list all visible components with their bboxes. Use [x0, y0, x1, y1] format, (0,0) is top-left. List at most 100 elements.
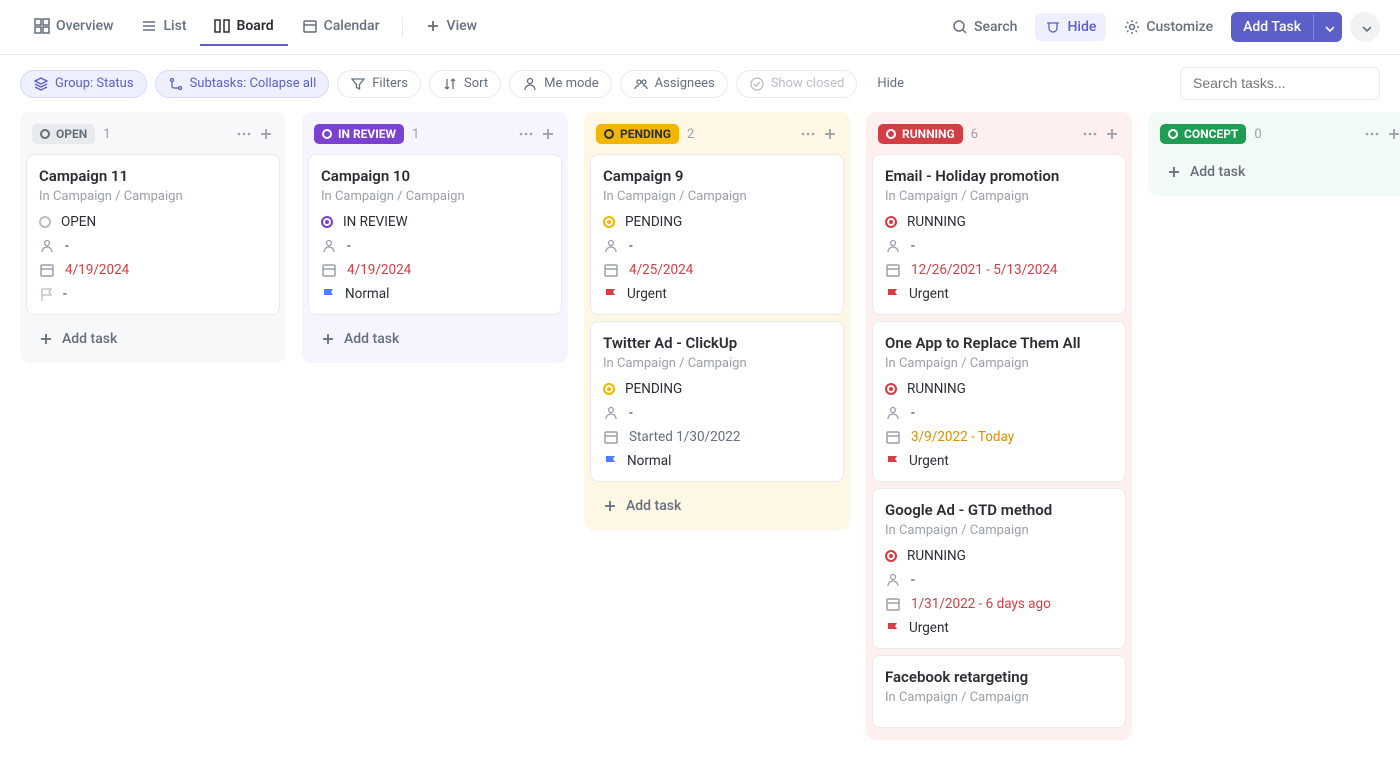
filters-pill[interactable]: Filters	[337, 70, 421, 98]
chevron-down-icon	[1322, 21, 1334, 33]
tab-overview[interactable]: Overview	[20, 8, 127, 46]
status-badge[interactable]: PENDING	[596, 124, 679, 144]
priority-text: Normal	[627, 453, 671, 469]
status-label: OPEN	[56, 127, 87, 141]
card-breadcrumb: In Campaign / Campaign	[885, 690, 1113, 705]
calendar-icon	[885, 262, 901, 278]
plus-icon[interactable]	[1386, 126, 1400, 142]
more-icon[interactable]	[800, 126, 816, 142]
search-button[interactable]: Search	[942, 13, 1027, 41]
card-assignee: -	[885, 572, 1113, 588]
column-open: OPEN 1 Campaign 11 In Campaign / Campaig…	[20, 112, 286, 363]
label: Me mode	[544, 76, 599, 91]
task-card[interactable]: Campaign 10 In Campaign / Campaign IN RE…	[308, 154, 562, 315]
person-icon	[39, 238, 55, 254]
label: Filters	[372, 76, 408, 91]
tab-calendar[interactable]: Calendar	[288, 8, 394, 46]
date-text: 3/9/2022 - Today	[911, 429, 1014, 445]
column-count: 1	[103, 127, 110, 142]
more-icon[interactable]	[1364, 126, 1380, 142]
add-task-button[interactable]: Add task	[1154, 154, 1400, 190]
more-icon[interactable]	[518, 126, 534, 142]
tab-add-view[interactable]: View	[411, 8, 492, 46]
plus-icon[interactable]	[1104, 126, 1120, 142]
more-icon[interactable]	[1082, 126, 1098, 142]
card-breadcrumb: In Campaign / Campaign	[39, 189, 267, 204]
status-badge[interactable]: OPEN	[32, 124, 95, 144]
task-card[interactable]: Facebook retargeting In Campaign / Campa…	[872, 655, 1126, 728]
task-card[interactable]: Twitter Ad - ClickUp In Campaign / Campa…	[590, 321, 844, 482]
task-card[interactable]: One App to Replace Them All In Campaign …	[872, 321, 1126, 482]
status-text: PENDING	[625, 214, 682, 230]
card-priority: Urgent	[885, 286, 1113, 302]
column-header: OPEN 1	[26, 118, 280, 154]
card-status: PENDING	[603, 381, 831, 397]
card-status: RUNNING	[885, 214, 1113, 230]
calendar-icon	[321, 262, 337, 278]
task-card[interactable]: Campaign 11 In Campaign / Campaign OPEN …	[26, 154, 280, 315]
task-card[interactable]: Google Ad - GTD method In Campaign / Cam…	[872, 488, 1126, 649]
search-tasks[interactable]	[1180, 67, 1380, 100]
column-header: PENDING 2	[590, 118, 844, 154]
task-card[interactable]: Campaign 9 In Campaign / Campaign PENDIN…	[590, 154, 844, 315]
more-icon[interactable]	[236, 126, 252, 142]
card-priority: Urgent	[603, 286, 831, 302]
sort-pill[interactable]: Sort	[429, 70, 501, 98]
column-header: CONCEPT 0	[1154, 118, 1400, 154]
column-review: IN REVIEW 1 Campaign 10 In Campaign / Ca…	[302, 112, 568, 363]
add-task-button[interactable]: Add Task	[1231, 12, 1342, 42]
column-concept: CONCEPT 0 Add task	[1148, 112, 1400, 196]
assignees-pill[interactable]: Assignees	[620, 70, 728, 98]
tab-label: View	[447, 18, 478, 34]
person-icon	[603, 238, 619, 254]
user-menu[interactable]	[1350, 12, 1380, 42]
person-icon	[321, 238, 337, 254]
subtasks-pill[interactable]: Subtasks: Collapse all	[155, 70, 330, 98]
calendar-icon	[39, 262, 55, 278]
status-text: PENDING	[625, 381, 682, 397]
hide-button[interactable]: Hide	[1035, 13, 1106, 41]
label: Subtasks: Collapse all	[190, 76, 317, 91]
card-status: IN REVIEW	[321, 214, 549, 230]
assignee-text: -	[347, 238, 351, 254]
tab-list[interactable]: List	[127, 8, 200, 46]
top-actions: Search Hide Customize Add Task	[942, 12, 1380, 42]
list-icon	[141, 18, 157, 34]
status-dot-icon	[604, 129, 614, 139]
add-task-button[interactable]: Add task	[308, 321, 562, 357]
plus-icon[interactable]	[258, 126, 274, 142]
label: Add task	[62, 331, 117, 347]
card-breadcrumb: In Campaign / Campaign	[603, 189, 831, 204]
add-task-dropdown[interactable]	[1313, 14, 1342, 40]
card-breadcrumb: In Campaign / Campaign	[321, 189, 549, 204]
card-title: One App to Replace Them All	[885, 334, 1113, 352]
plus-icon[interactable]	[822, 126, 838, 142]
add-task-button[interactable]: Add task	[26, 321, 280, 357]
group-pill[interactable]: Group: Status	[20, 70, 147, 98]
status-text: IN REVIEW	[343, 214, 408, 230]
card-assignee: -	[603, 238, 831, 254]
plus-icon[interactable]	[540, 126, 556, 142]
task-card[interactable]: Email - Holiday promotion In Campaign / …	[872, 154, 1126, 315]
search-input[interactable]	[1193, 75, 1367, 91]
card-priority: -	[39, 286, 267, 302]
sort-icon	[442, 76, 458, 92]
status-ring-icon	[603, 383, 615, 395]
status-badge[interactable]: CONCEPT	[1160, 124, 1246, 144]
tab-board[interactable]: Board	[200, 8, 287, 46]
show-closed-pill[interactable]: Show closed	[736, 70, 858, 98]
board: OPEN 1 Campaign 11 In Campaign / Campaig…	[0, 112, 1400, 760]
grid-icon	[34, 18, 50, 34]
me-mode-pill[interactable]: Me mode	[509, 70, 612, 98]
status-label: PENDING	[620, 127, 671, 141]
label[interactable]: Add Task	[1231, 12, 1313, 42]
label: Customize	[1146, 19, 1213, 35]
customize-button[interactable]: Customize	[1114, 13, 1223, 41]
card-status: OPEN	[39, 214, 267, 230]
flag-icon	[603, 287, 617, 301]
hide-toolbar-button[interactable]: Hide	[865, 71, 916, 96]
status-text: RUNNING	[907, 548, 966, 564]
add-task-button[interactable]: Add task	[590, 488, 844, 524]
status-badge[interactable]: IN REVIEW	[314, 124, 404, 144]
status-badge[interactable]: RUNNING	[878, 124, 963, 144]
